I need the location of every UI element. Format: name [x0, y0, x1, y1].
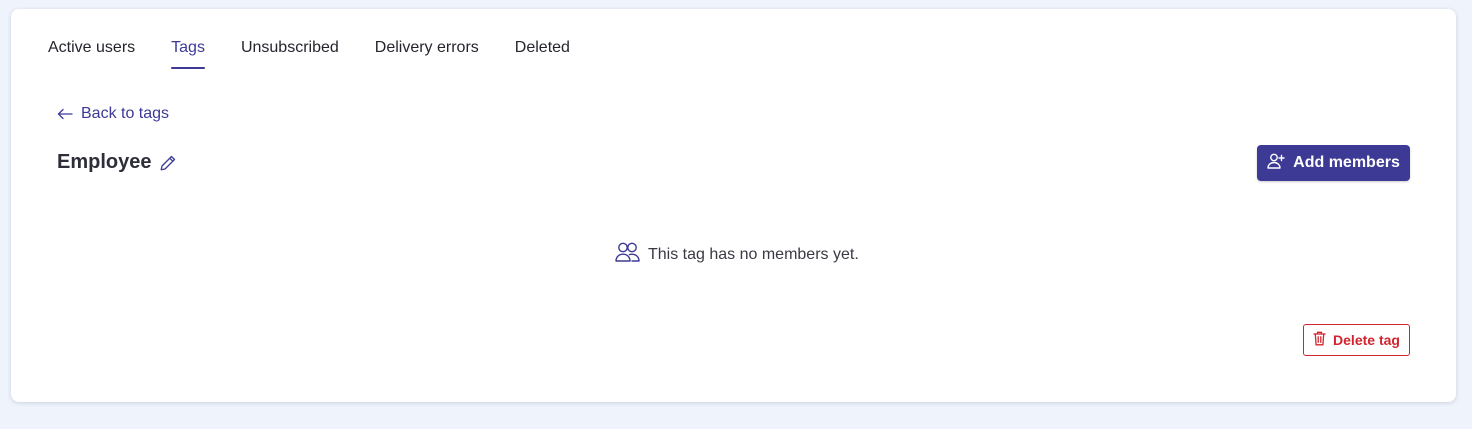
tab-deleted[interactable]: Deleted	[515, 39, 570, 69]
tag-name-title: Employee	[57, 151, 152, 173]
users-icon	[615, 242, 640, 267]
tab-tags[interactable]: Tags	[171, 39, 205, 69]
empty-state-message: This tag has no members yet.	[615, 242, 859, 267]
tab-delivery-errors[interactable]: Delivery errors	[375, 39, 479, 69]
tab-active-users[interactable]: Active users	[48, 39, 135, 69]
tab-bar: Active users Tags Unsubscribed Delivery …	[48, 39, 606, 69]
back-to-tags-label: Back to tags	[81, 105, 170, 122]
add-members-label: Add members	[1293, 154, 1400, 171]
back-to-tags-link[interactable]: Back to tags	[57, 105, 169, 123]
add-members-button[interactable]: Add members	[1257, 145, 1410, 181]
user-plus-icon	[1267, 153, 1285, 174]
arrow-left-icon	[57, 108, 73, 120]
delete-tag-button[interactable]: Delete tag	[1303, 324, 1410, 356]
tab-unsubscribed[interactable]: Unsubscribed	[241, 39, 339, 69]
tag-detail-card: Active users Tags Unsubscribed Delivery …	[11, 9, 1456, 402]
trash-icon	[1313, 331, 1326, 349]
tag-title-row: Employee	[57, 151, 177, 174]
delete-tag-label: Delete tag	[1333, 332, 1400, 348]
empty-state-text: This tag has no members yet.	[648, 245, 859, 263]
pencil-icon[interactable]	[159, 154, 177, 172]
